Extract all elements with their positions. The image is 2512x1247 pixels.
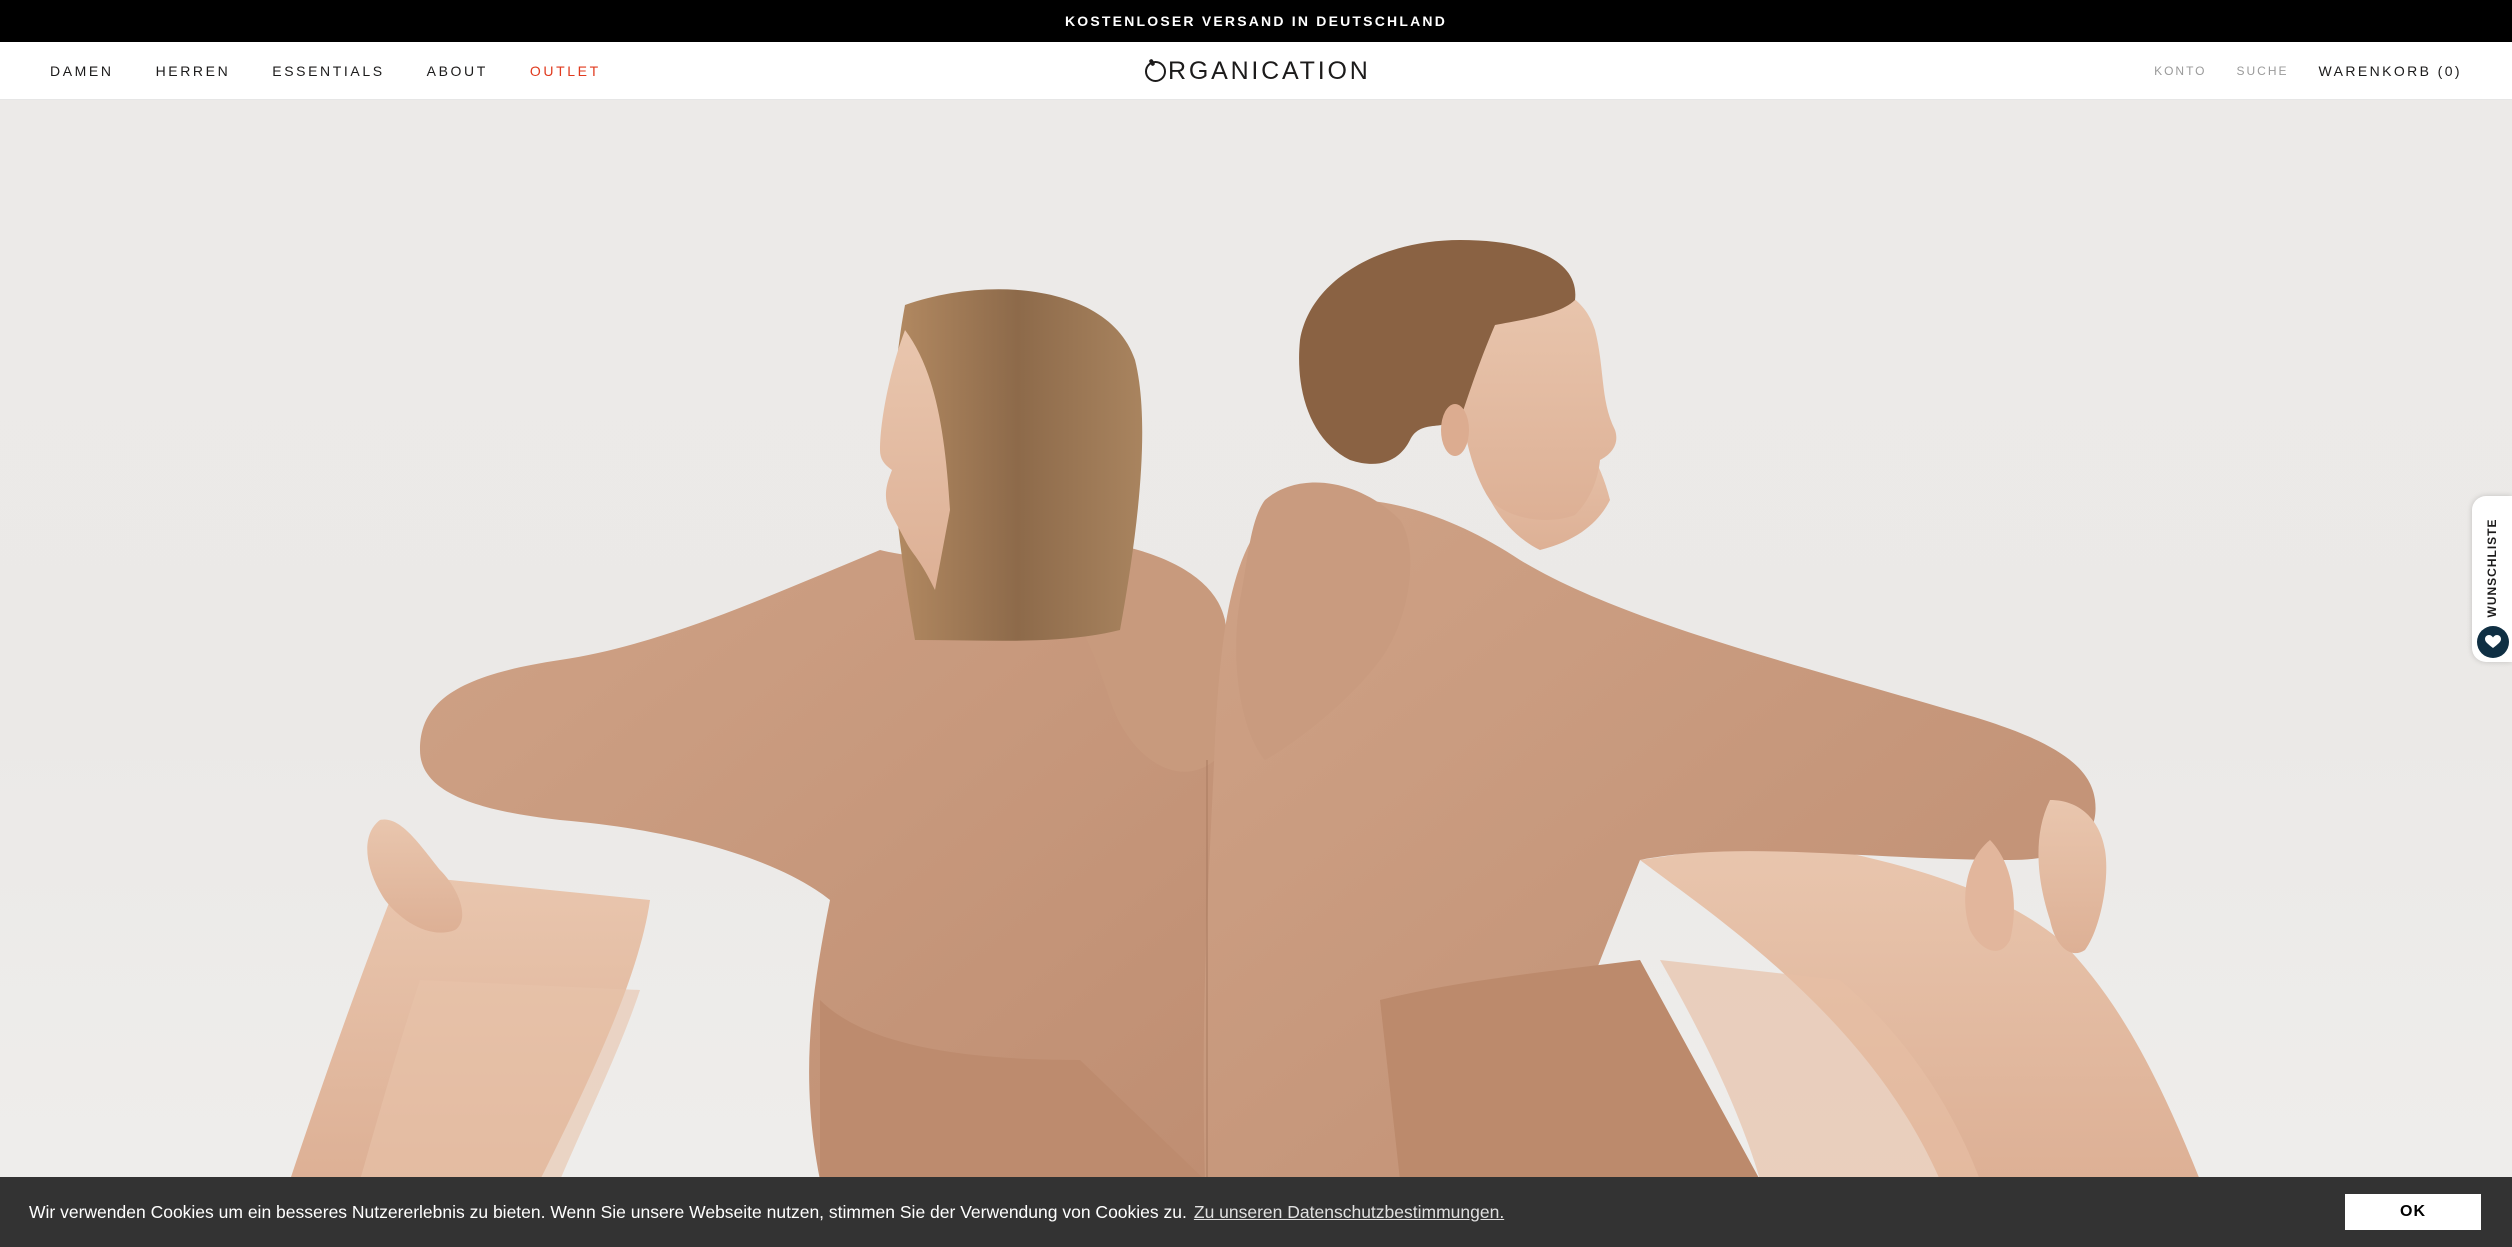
- heart-icon: [2477, 626, 2509, 658]
- wishlist-label: WUNSCHLISTE: [2485, 518, 2499, 618]
- wishlist-tab[interactable]: WUNSCHLISTE: [2472, 496, 2512, 662]
- hero-illustration: [290, 240, 2200, 1180]
- main-nav: DAMEN HERREN ESSENTIALS ABOUT OUTLET: [50, 42, 601, 100]
- account-link[interactable]: KONTO: [2154, 64, 2206, 78]
- nav-link-about[interactable]: ABOUT: [427, 63, 488, 79]
- nav-link-herren[interactable]: HERREN: [156, 63, 231, 79]
- cart-link[interactable]: WARENKORB (0): [2319, 63, 2462, 79]
- logo-text: RGANICATION: [1168, 56, 1371, 85]
- announcement-bar: KOSTENLOSER VERSAND IN DEUTSCHLAND: [0, 0, 2512, 42]
- nav-link-damen[interactable]: DAMEN: [50, 63, 114, 79]
- search-link[interactable]: SUCHE: [2237, 64, 2289, 78]
- cookie-ok-button[interactable]: OK: [2345, 1194, 2481, 1230]
- cookie-banner: Wir verwenden Cookies um ein besseres Nu…: [0, 1177, 2512, 1247]
- site-logo[interactable]: RGANICATION: [1145, 42, 1371, 100]
- hero-image: [0, 100, 2512, 1247]
- privacy-policy-link[interactable]: Zu unseren Datenschutzbestimmungen.: [1194, 1202, 1504, 1223]
- nav-link-outlet[interactable]: OUTLET: [530, 63, 601, 79]
- header-utilities: KONTO SUCHE WARENKORB (0): [2154, 42, 2462, 100]
- logo-mark-icon: [1145, 60, 1166, 82]
- announcement-text: KOSTENLOSER VERSAND IN DEUTSCHLAND: [1064, 13, 1448, 29]
- nav-link-essentials[interactable]: ESSENTIALS: [272, 63, 384, 79]
- site-header: DAMEN HERREN ESSENTIALS ABOUT OUTLET RGA…: [0, 42, 2512, 100]
- cookie-message: Wir verwenden Cookies um ein besseres Nu…: [29, 1201, 1187, 1222]
